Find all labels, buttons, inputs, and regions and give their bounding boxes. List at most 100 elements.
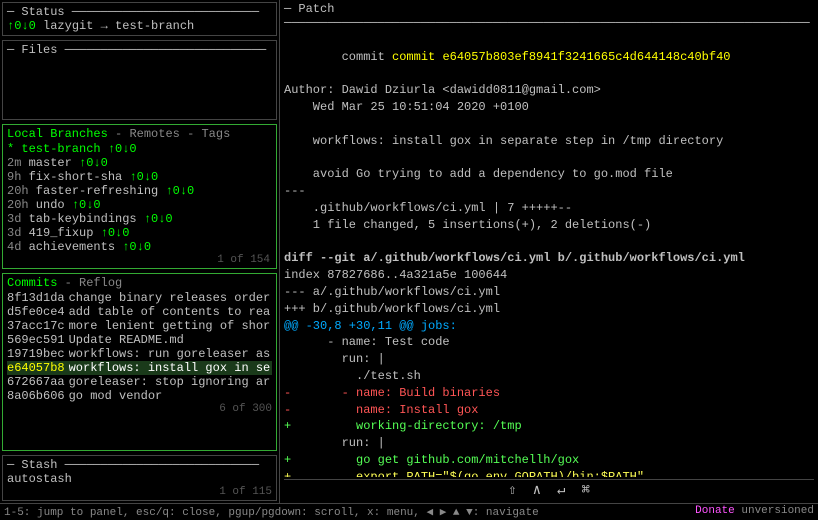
patch-filestat2: 1 file changed, 5 insertions(+), 2 delet… xyxy=(284,217,814,234)
branch-tab-keybindings[interactable]: 3d tab-keybindings ↑0↓0 xyxy=(7,212,272,226)
patch-rm1: - - name: Build binaries xyxy=(284,385,814,402)
branches-sep1: - xyxy=(115,127,129,141)
commit-msg-8: go mod vendor xyxy=(69,389,163,403)
commits-section[interactable]: Commits - Reflog 8f13d1da change binary … xyxy=(2,273,277,451)
patch-ctx3: ./test.sh xyxy=(284,368,814,385)
commit-row-8[interactable]: 8a06b606 go mod vendor xyxy=(7,389,272,403)
patch-ctx2: run: | xyxy=(284,351,814,368)
branch-undo[interactable]: 20h undo ↑0↓0 xyxy=(7,198,272,212)
status-bar: 1-5: jump to panel, esc/q: close, pgup/p… xyxy=(0,503,818,520)
patch-icon-bar: ⇧ ∧ ↵ ⌘ xyxy=(284,479,814,501)
patch-add1: + working-directory: /tmp xyxy=(284,418,814,435)
commit-hash-4: 569ec591 xyxy=(7,333,65,347)
stash-section: ─ Stash ─────────────────────────── auto… xyxy=(2,455,277,501)
commit-hash-6: e64057b8 xyxy=(7,361,65,375)
status-app: lazygit xyxy=(43,19,93,33)
commit-row-6[interactable]: e64057b8 workflows: install gox in se xyxy=(7,361,272,375)
commits-page: 6 of 300 xyxy=(7,403,272,415)
commit-msg-3: more lenient getting of shor xyxy=(69,319,271,333)
branch-achievements[interactable]: 4d achievements ↑0↓0 xyxy=(7,240,272,254)
patch-add3: + export PATH="$(go env GOPATH)/bin:$PAT… xyxy=(284,469,814,477)
patch-filestat1: .github/workflows/ci.yml | 7 +++++-- xyxy=(284,200,814,217)
patch-diff-old: --- a/.github/workflows/ci.yml xyxy=(284,284,814,301)
commit-hash-8: 8a06b606 xyxy=(7,389,65,403)
commits-header: Commits - Reflog xyxy=(7,276,272,290)
patch-commit-line: commit commit e64057b803ef8941f3241665c4… xyxy=(284,32,814,82)
commit-msg-5: workflows: run goreleaser as xyxy=(69,347,271,361)
branches-sep2: - xyxy=(187,127,201,141)
commit-row-4[interactable]: 569ec591 Update README.md xyxy=(7,333,272,347)
commit-row-3[interactable]: 37acc17c more lenient getting of shor xyxy=(7,319,272,333)
left-panel: ─ Status ────────────────────────── ↑0↓0… xyxy=(0,0,280,503)
commit-msg-7: goreleaser: stop ignoring ar xyxy=(69,375,271,389)
commit-row-2[interactable]: d5fe0ce4 add table of contents to rea xyxy=(7,305,272,319)
patch-author: Author: Dawid Dziurla <dawidd0811@gmail.… xyxy=(284,82,814,99)
icon-return[interactable]: ↵ xyxy=(557,482,565,499)
patch-blank1 xyxy=(284,116,814,133)
donate-link[interactable]: Donate xyxy=(695,505,735,517)
patch-diff-header: diff --git a/.github/workflows/ci.yml b/… xyxy=(284,250,814,267)
tags-tab[interactable]: Tags xyxy=(201,127,230,141)
branch-faster-refreshing[interactable]: 20h faster-refreshing ↑0↓0 xyxy=(7,184,272,198)
branches-header: Local Branches - Remotes - Tags xyxy=(7,127,272,141)
statusbar-right: Donate unversioned xyxy=(695,505,814,519)
patch-add2: + go get github.com/mitchellh/gox xyxy=(284,452,814,469)
branch-active-item[interactable]: * test-branch ↑0↓0 xyxy=(7,142,272,156)
status-up-down: ↑0↓0 xyxy=(7,19,36,33)
commit-hash-1: 8f13d1da xyxy=(7,291,65,305)
patch-date: Wed Mar 25 10:51:04 2020 +0100 xyxy=(284,99,814,116)
files-section: ─ Files ──────────────────────────── xyxy=(2,40,277,120)
version-label: unversioned xyxy=(741,505,814,517)
branch-419-fixup[interactable]: 3d 419_fixup ↑0↓0 xyxy=(7,226,272,240)
patch-blank2 xyxy=(284,150,814,167)
stash-item-autostash[interactable]: autostash xyxy=(7,472,272,486)
branch-master[interactable]: 2m master ↑0↓0 xyxy=(7,156,272,170)
patch-diff-hunk: @@ -30,8 +30,11 @@ jobs: xyxy=(284,318,814,335)
commit-row-5[interactable]: 19719bec workflows: run goreleaser as xyxy=(7,347,272,361)
commits-sep: - xyxy=(65,276,79,290)
right-panel: ─ Patch ────────────────────────────────… xyxy=(280,0,818,503)
status-title: ─ Status ────────────────────────── xyxy=(7,5,272,19)
commit-row-7[interactable]: 672667aa goreleaser: stop ignoring ar xyxy=(7,375,272,389)
stash-page: 1 of 115 xyxy=(7,486,272,498)
status-arrow: → xyxy=(101,19,108,33)
icon-command[interactable]: ⌘ xyxy=(581,482,589,499)
commit-msg-6: workflows: install gox in se xyxy=(69,361,271,375)
branches-page: 1 of 154 xyxy=(7,254,272,266)
patch-ctx4: run: | xyxy=(284,435,814,452)
patch-diff-new: +++ b/.github/workflows/ci.yml xyxy=(284,301,814,318)
files-title: ─ Files ──────────────────────────── xyxy=(7,43,272,57)
patch-commit-id: commit e64057b803ef8941f3241665c4d644148… xyxy=(392,50,730,64)
branch-active-counters: ↑0↓0 xyxy=(108,142,137,156)
status-branch: test-branch xyxy=(115,19,194,33)
commit-hash-3: 37acc17c xyxy=(7,319,65,333)
status-line: ↑0↓0 lazygit → test-branch xyxy=(7,19,272,33)
patch-msg2: avoid Go trying to add a dependency to g… xyxy=(284,166,814,183)
icon-shift-up[interactable]: ⇧ xyxy=(508,482,516,499)
commit-msg-1: change binary releases order xyxy=(69,291,271,305)
status-section: ─ Status ────────────────────────── ↑0↓0… xyxy=(2,2,277,36)
patch-rm2: - name: Install gox xyxy=(284,402,814,419)
commit-hash-5: 19719bec xyxy=(7,347,65,361)
branch-fix-short-sha[interactable]: 9h fix-short-sha ↑0↓0 xyxy=(7,170,272,184)
commit-row-1[interactable]: 8f13d1da change binary releases order xyxy=(7,291,272,305)
commit-msg-4: Update README.md xyxy=(69,333,184,347)
patch-blank3 xyxy=(284,234,814,251)
statusbar-hint: 1-5: jump to panel, esc/q: close, pgup/p… xyxy=(4,505,539,519)
reflog-tab[interactable]: Reflog xyxy=(79,276,122,290)
branches-section[interactable]: Local Branches - Remotes - Tags * test-b… xyxy=(2,124,277,269)
icon-up[interactable]: ∧ xyxy=(533,482,541,499)
patch-divider: --- xyxy=(284,183,814,200)
commit-hash-7: 672667aa xyxy=(7,375,65,389)
patch-content: commit commit e64057b803ef8941f3241665c4… xyxy=(284,32,814,477)
commit-hash-2: d5fe0ce4 xyxy=(7,305,65,319)
remotes-tab[interactable]: Remotes xyxy=(129,127,179,141)
patch-title: ─ Patch ────────────────────────────────… xyxy=(284,2,814,30)
patch-msg1: workflows: install gox in separate step … xyxy=(284,133,814,150)
commit-msg-2: add table of contents to rea xyxy=(69,305,271,319)
local-branches-label: Local Branches xyxy=(7,127,108,141)
patch-ctx1: - name: Test code xyxy=(284,334,814,351)
patch-diff-index: index 87827686..4a321a5e 100644 xyxy=(284,267,814,284)
stash-title: ─ Stash ─────────────────────────── xyxy=(7,458,272,472)
commits-label: Commits xyxy=(7,276,57,290)
